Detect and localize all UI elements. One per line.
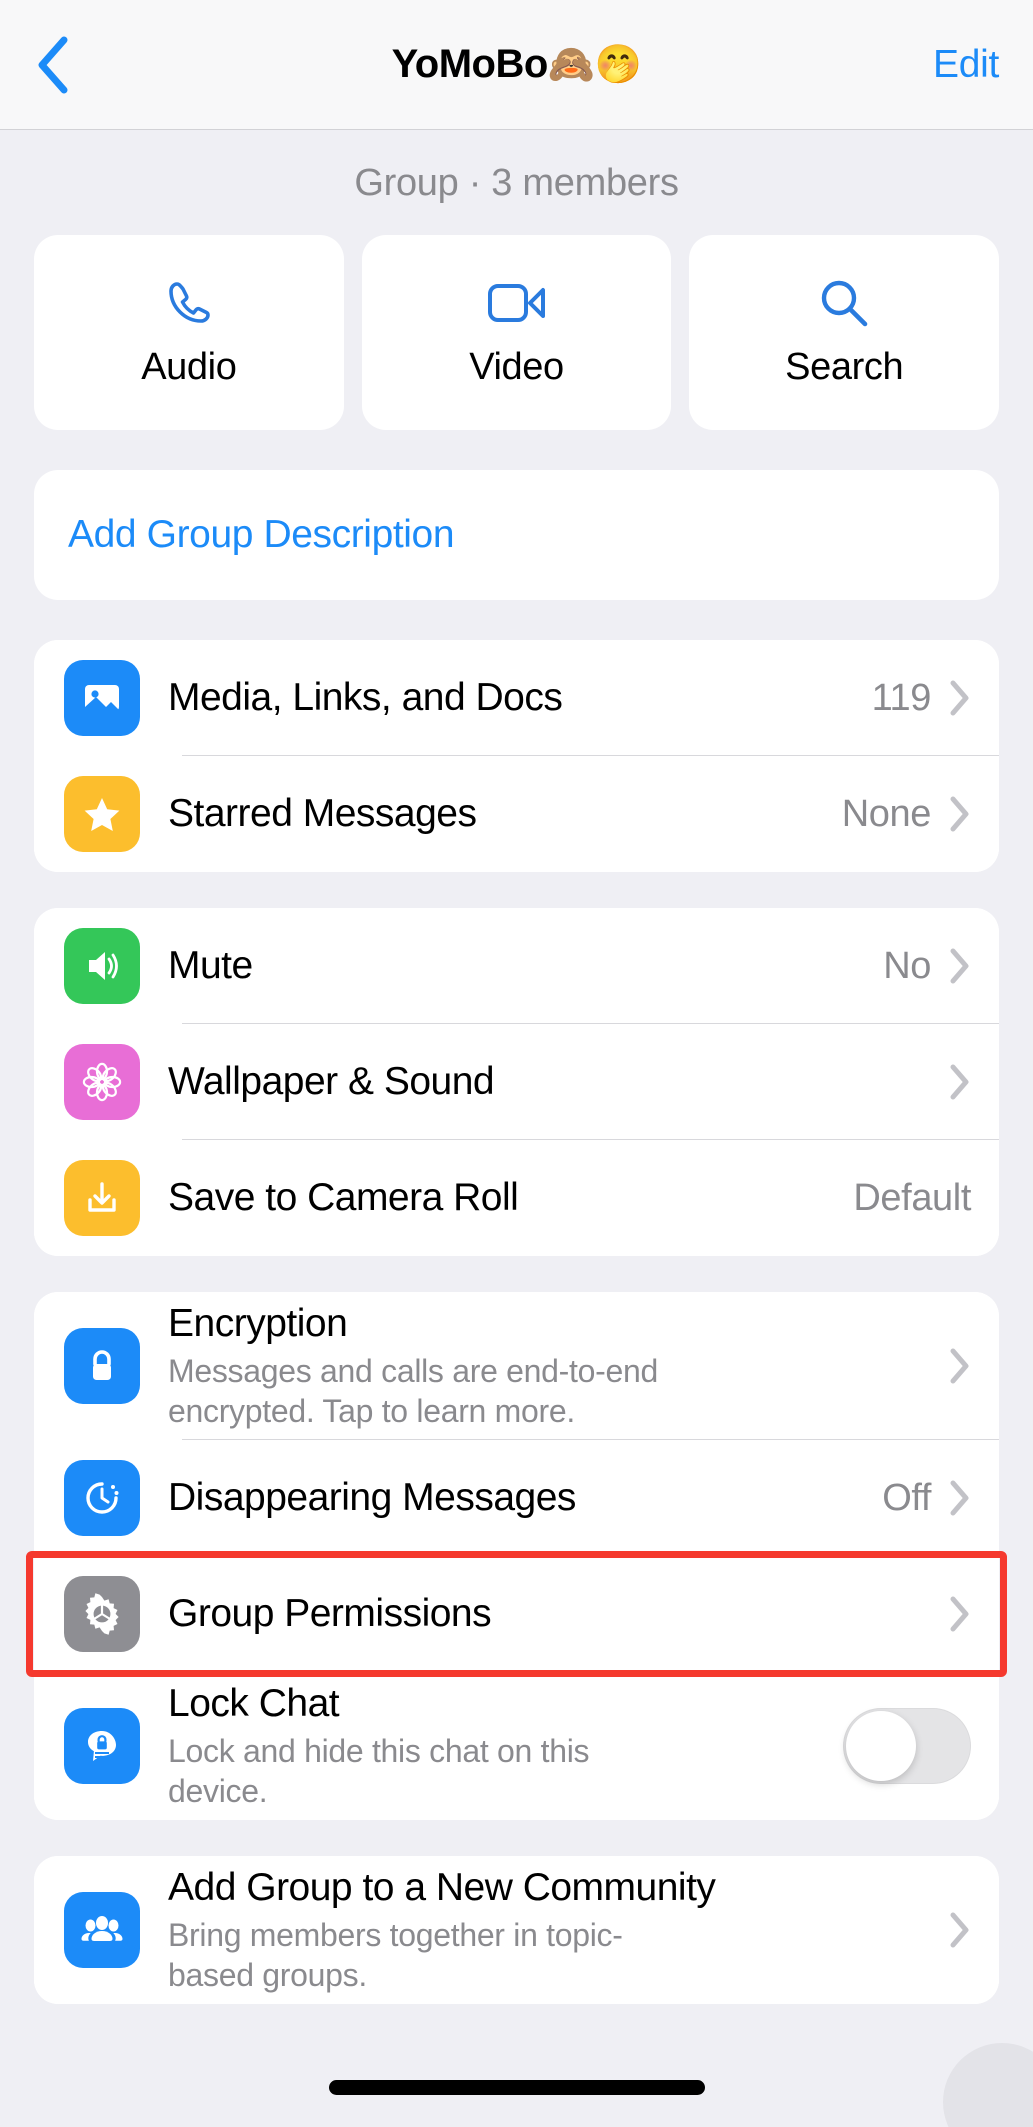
- chevron-right-icon: [949, 1479, 971, 1517]
- video-camera-icon: [487, 276, 547, 330]
- group-name-emoji: 🙈🤭: [547, 44, 642, 86]
- row-title: Add Group to a New Community: [168, 1865, 716, 1909]
- row-title: Lock Chat: [168, 1681, 340, 1725]
- row-save-to-camera-roll[interactable]: Save to Camera Roll Default: [34, 1140, 999, 1256]
- row-subtitle: Lock and hide this chat on this device.: [168, 1732, 590, 1809]
- lock-chat-toggle[interactable]: [843, 1708, 971, 1784]
- navigation-bar: YoMoBo🙈🤭 Edit: [0, 0, 1033, 130]
- phone-icon: [162, 276, 216, 330]
- group-info-screen: YoMoBo🙈🤭 Edit Group · 3 members Audio Vi…: [0, 0, 1033, 2127]
- row-title: Wallpaper & Sound: [168, 1059, 495, 1103]
- audio-call-button[interactable]: Audio: [34, 235, 344, 430]
- row-title: Starred Messages: [168, 791, 477, 835]
- chevron-right-icon: [949, 795, 971, 833]
- row-value: None: [841, 792, 932, 835]
- chevron-right-icon: [949, 679, 971, 717]
- row-title: Mute: [168, 943, 253, 987]
- people-icon: [64, 1892, 140, 1968]
- row-mute[interactable]: Mute No: [34, 908, 999, 1024]
- gear-icon: [64, 1576, 140, 1652]
- row-subtitle: Messages and calls are end-to-end encryp…: [168, 1352, 658, 1429]
- audio-call-label: Audio: [141, 346, 237, 388]
- row-wallpaper-and-sound[interactable]: Wallpaper & Sound: [34, 1024, 999, 1140]
- chevron-right-icon: [949, 1063, 971, 1101]
- speaker-icon: [64, 928, 140, 1004]
- row-starred-messages[interactable]: Starred Messages None: [34, 756, 999, 872]
- back-button[interactable]: [34, 35, 94, 95]
- media-section: Media, Links, and Docs 119 Starred Messa…: [34, 640, 999, 872]
- search-label: Search: [785, 346, 904, 388]
- group-subtitle: Group · 3 members: [354, 162, 679, 204]
- row-title: Media, Links, and Docs: [168, 675, 563, 719]
- row-title: Save to Camera Roll: [168, 1175, 519, 1219]
- row-title: Encryption: [168, 1301, 348, 1345]
- add-group-description-button[interactable]: Add Group Description: [34, 470, 999, 600]
- chat-lock-icon: [64, 1708, 140, 1784]
- flower-icon: [64, 1044, 140, 1120]
- row-encryption[interactable]: Encryption Messages and calls are end-to…: [34, 1292, 999, 1440]
- home-indicator: [328, 2080, 705, 2095]
- toggle-knob: [846, 1711, 916, 1781]
- add-group-description-label: Add Group Description: [68, 513, 455, 556]
- chevron-right-icon: [949, 1911, 971, 1949]
- chevron-right-icon: [949, 947, 971, 985]
- search-icon: [818, 276, 870, 330]
- chevron-right-icon: [949, 1595, 971, 1633]
- row-add-group-to-community[interactable]: Add Group to a New Community Bring membe…: [34, 1856, 999, 2004]
- timer-icon: [64, 1460, 140, 1536]
- row-value: Default: [853, 1176, 971, 1219]
- row-title: Disappearing Messages: [168, 1475, 576, 1519]
- row-title: Group Permissions: [168, 1591, 492, 1635]
- lock-icon: [64, 1328, 140, 1404]
- privacy-section: Encryption Messages and calls are end-to…: [34, 1292, 999, 1820]
- row-value: No: [883, 944, 931, 987]
- row-group-permissions[interactable]: Group Permissions: [34, 1556, 999, 1672]
- star-icon: [64, 776, 140, 852]
- quick-actions-row: Audio Video Search: [34, 235, 1000, 430]
- photo-icon: [64, 660, 140, 736]
- group-name-text: YoMoBo: [391, 42, 549, 86]
- download-icon: [64, 1160, 140, 1236]
- edit-button[interactable]: Edit: [933, 43, 999, 87]
- corner-decoration: [943, 2043, 1033, 2127]
- row-value: Off: [882, 1476, 931, 1519]
- row-value: 119: [871, 676, 932, 719]
- community-section: Add Group to a New Community Bring membe…: [34, 1856, 999, 2004]
- search-button[interactable]: Search: [689, 235, 1000, 430]
- video-call-button[interactable]: Video: [361, 235, 672, 430]
- notifications-section: Mute No Wallpaper & Sound Save to Camera…: [34, 908, 999, 1256]
- row-disappearing-messages[interactable]: Disappearing Messages Off: [34, 1440, 999, 1556]
- page-title: YoMoBo🙈🤭: [0, 42, 1033, 87]
- row-lock-chat[interactable]: Lock Chat Lock and hide this chat on thi…: [34, 1672, 999, 1820]
- chevron-right-icon: [949, 1347, 971, 1385]
- row-media-links-docs[interactable]: Media, Links, and Docs 119: [34, 640, 999, 756]
- chevron-left-icon: [34, 35, 70, 95]
- row-subtitle: Bring members together in topic-based gr…: [168, 1916, 623, 1993]
- video-call-label: Video: [469, 346, 564, 388]
